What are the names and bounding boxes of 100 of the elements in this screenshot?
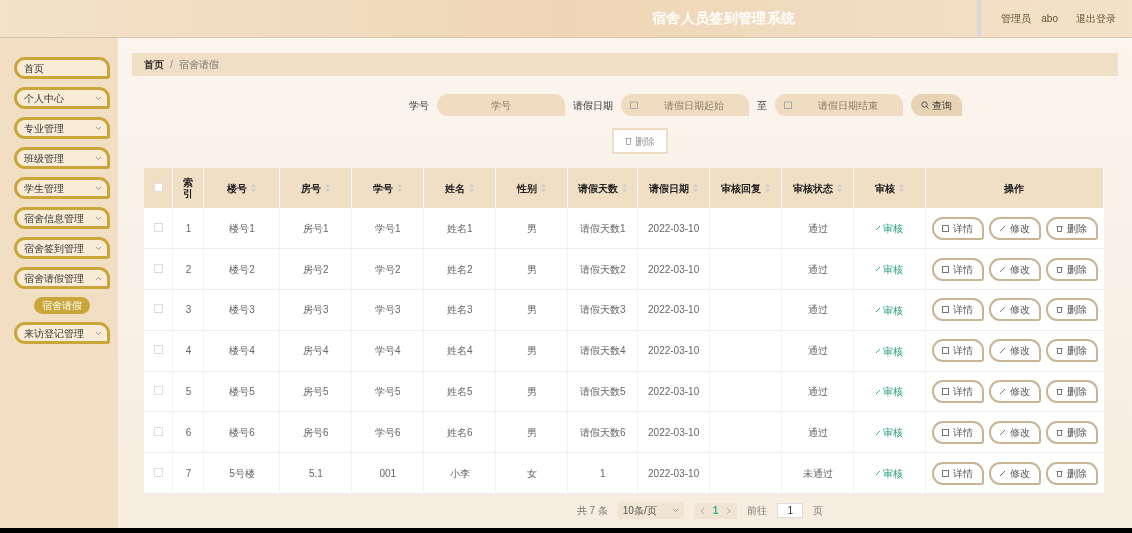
sidebar-item[interactable]: 班级管理 [14,147,110,169]
checkbox[interactable] [153,467,163,477]
detail-button[interactable]: 详情 [931,298,984,322]
delete-button[interactable]: 删除 [1045,298,1098,322]
edit-button[interactable]: 修改 [988,216,1041,240]
detail-icon [942,388,950,396]
search-button[interactable]: 查询 [910,94,962,116]
user-role: 管理员 [1001,12,1032,26]
review-link[interactable]: 审核 [875,220,904,236]
detail-button[interactable]: 详情 [931,380,984,404]
checkbox[interactable] [153,345,163,355]
sort-icon[interactable] [837,184,843,192]
table-cell: 男 [526,304,537,316]
detail-button[interactable]: 详情 [931,461,984,485]
checkbox[interactable] [153,182,163,192]
sort-icon[interactable] [469,184,475,192]
checkbox[interactable] [153,222,163,232]
pencil-icon [999,224,1007,232]
delete-button[interactable]: 删除 [1045,339,1098,363]
column-header[interactable]: 审核回复 [721,180,762,196]
table-cell: 房号6 [303,426,329,438]
sort-icon[interactable] [899,184,904,192]
checkbox[interactable] [153,263,163,273]
sidebar-item[interactable]: 专业管理 [14,117,110,139]
detail-button[interactable]: 详情 [931,216,984,240]
column-header: 索引 [182,177,194,199]
chevron-icon [671,508,679,514]
sort-icon[interactable] [622,184,628,192]
review-link[interactable]: 审核 [875,302,904,318]
pencil-icon [875,266,882,273]
delete-button[interactable]: 删除 [1045,380,1098,404]
edit-button[interactable]: 修改 [988,461,1041,485]
detail-button[interactable]: 详情 [931,257,984,281]
sort-icon[interactable] [541,184,547,192]
review-link[interactable]: 审核 [875,465,904,481]
detail-button[interactable]: 详情 [931,420,984,444]
column-header[interactable]: 请假天数 [578,180,619,196]
sidebar-item[interactable]: 首页 [14,57,110,79]
delete-button[interactable]: 删除 [1045,257,1098,281]
sort-icon[interactable] [325,184,331,192]
delete-button[interactable]: 删除 [1045,461,1098,485]
next-page-icon[interactable] [726,506,732,515]
trash-icon [1056,265,1064,273]
checkbox[interactable] [153,304,163,314]
sidebar-item[interactable]: 个人中心 [14,87,110,109]
review-link[interactable]: 审核 [875,343,904,359]
column-header[interactable]: 请假日期 [649,180,690,196]
edit-button[interactable]: 修改 [988,298,1041,322]
sidebar-item[interactable]: 宿舍请假管理 [14,267,110,289]
date-field[interactable]: 请假日期结束 [774,94,903,116]
table-cell: 5号楼 [229,467,255,479]
review-link[interactable]: 审核 [875,384,904,400]
column-header[interactable]: 房号 [301,180,322,196]
pencil-icon [875,388,882,395]
date-field[interactable]: 请假日期起始 [620,94,749,116]
checkbox[interactable] [153,426,163,436]
delete-button[interactable]: 删除 [1045,216,1098,240]
column-header: 操作 [1004,181,1025,196]
table-cell: 楼号3 [229,304,255,316]
review-link[interactable]: 审核 [875,261,904,277]
sort-icon[interactable] [693,184,699,192]
sidebar-item[interactable]: 宿舍信息管理 [14,207,110,229]
table-cell: 未通过 [802,467,833,479]
breadcrumb-item[interactable]: 首页 [144,57,164,72]
table-cell: 2022-03-10 [648,345,700,357]
column-header[interactable]: 楼号 [227,180,248,196]
search-field[interactable]: 学号 [436,94,565,116]
column-header[interactable]: 性别 [517,180,538,196]
table-cell: 通过 [807,222,828,234]
sidebar-item[interactable]: 宿舍签到管理 [14,237,110,259]
column-header[interactable]: 审核 [875,180,895,196]
sort-icon[interactable] [765,184,771,192]
page-input[interactable]: 1 [777,503,804,519]
sidebar-item[interactable]: 来访登记管理 [14,322,110,344]
sidebar-item[interactable]: 学生管理 [14,177,110,199]
breadcrumb-item: 宿舍请假 [178,58,219,72]
table-cell: 楼号1 [229,222,255,234]
table-cell: 2022-03-10 [648,386,700,398]
detail-button[interactable]: 详情 [931,339,984,363]
review-link[interactable]: 审核 [875,425,904,441]
edit-button[interactable]: 修改 [988,257,1041,281]
table-cell: 男 [526,263,537,275]
delete-button[interactable]: 删除 [1045,420,1098,444]
sort-icon[interactable] [397,184,403,192]
table-cell: 2022-03-10 [648,467,700,479]
edit-button[interactable]: 修改 [988,420,1041,444]
sort-icon[interactable] [251,184,257,192]
table-cell: 2022-03-10 [648,222,700,234]
edit-button[interactable]: 修改 [988,339,1041,363]
edit-button[interactable]: 修改 [988,380,1041,404]
pencil-icon [999,388,1007,396]
page-size-select[interactable]: 10条/页 [617,502,684,520]
column-header[interactable]: 学号 [373,180,394,196]
checkbox[interactable] [153,386,163,396]
column-header[interactable]: 审核状态 [793,180,834,196]
table-cell: 请假天数6 [579,426,626,438]
logout-link[interactable]: 退出登录 [1076,11,1116,26]
pencil-icon [875,307,882,314]
previous-page-icon[interactable] [699,506,705,515]
column-header[interactable]: 姓名 [445,180,466,196]
